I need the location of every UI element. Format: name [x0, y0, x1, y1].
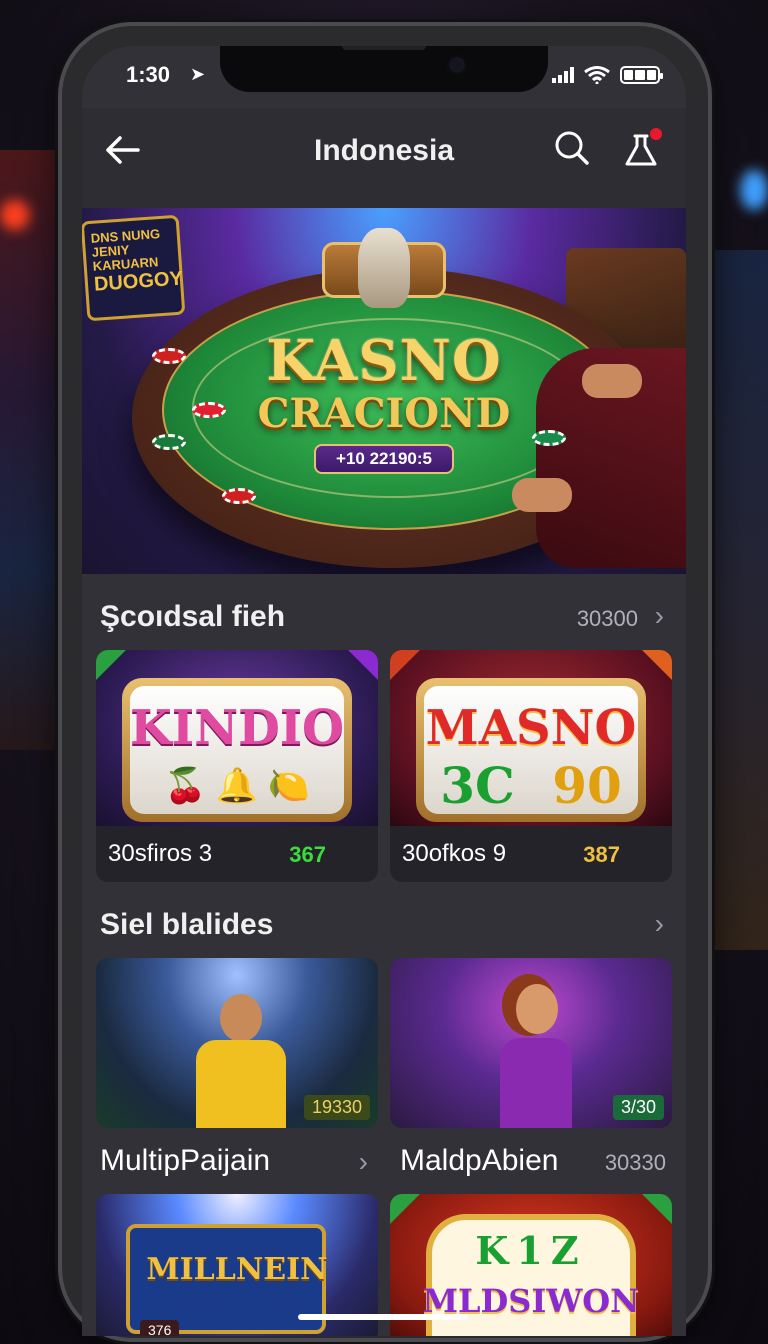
- corner-tag: [642, 1194, 672, 1224]
- slot-reel-frame: MASNO 3C 90: [416, 678, 646, 822]
- notification-badge: [650, 128, 662, 140]
- neon-sign: DNS NUNG JENIY KARUARN DUOGOY: [82, 214, 186, 322]
- game-thumbnail: MASNO 3C 90: [390, 650, 672, 826]
- section-count: 30300: [576, 606, 638, 631]
- slot-numbers: 3C 90: [424, 756, 638, 815]
- tile-value: 30330: [604, 1150, 666, 1175]
- section-title: Şcoıdsal fieh: [100, 600, 286, 633]
- dog-mascot: [358, 228, 410, 308]
- tile-badge: 3/30: [612, 1095, 664, 1120]
- tile-label-row[interactable]: MultipPaijain ›: [82, 1136, 384, 1186]
- chevron-right-icon[interactable]: ›: [655, 910, 664, 938]
- game-count: 367: [289, 842, 326, 867]
- game-name: 30ofkos 9: [402, 840, 507, 867]
- slot-reel: MASNO 3C 90: [424, 686, 638, 815]
- game-tile[interactable]: 19330: [96, 958, 378, 1128]
- page-title: Indonesia: [313, 134, 455, 167]
- location-arrow-icon: ➤: [190, 64, 206, 84]
- status-time: 1:30: [126, 62, 171, 87]
- game-count: 387: [583, 842, 620, 867]
- slot-title: MASNO: [425, 700, 637, 756]
- game-tile[interactable]: 3/30: [390, 958, 672, 1128]
- notifications-button[interactable]: [622, 126, 662, 170]
- chevron-right-icon[interactable]: ›: [655, 602, 664, 630]
- top-nav-bar: Indonesia: [82, 108, 686, 208]
- slot-symbols: 🍒 🔔 🍋: [164, 767, 310, 805]
- section-title: Siel blalides: [100, 908, 274, 941]
- corner-tag: [348, 650, 378, 680]
- game-thumbnail: KINDIO 🍒 🔔 🍋: [96, 650, 378, 826]
- search-icon[interactable]: [552, 128, 592, 168]
- status-icons: [552, 66, 663, 84]
- slot-title: KINDIO: [130, 700, 344, 756]
- phone-screen: 1:30 ➤ Indonesia DNS NUNG JENIY KARUARN …: [82, 46, 686, 1336]
- player-figure: [186, 994, 296, 1128]
- slot-reel: KINDIO 🍒 🔔 🍋: [130, 686, 344, 814]
- corner-tag: [390, 1194, 420, 1224]
- background-light: [740, 170, 768, 210]
- tile-title: MILLNEIN: [146, 1252, 328, 1287]
- section-header[interactable]: Siel blalides ›: [82, 892, 686, 952]
- tile-title-a: K1Z: [475, 1228, 587, 1273]
- poker-chip: [222, 488, 256, 504]
- wifi-icon: [584, 66, 610, 84]
- slot-reel-frame: KINDIO 🍒 🔔 🍋: [122, 678, 352, 822]
- tile-label-row[interactable]: MaldpAbien 30330: [382, 1136, 686, 1186]
- chevron-right-icon[interactable]: ›: [359, 1148, 368, 1176]
- corner-tag: [390, 650, 420, 680]
- camera-notch: [220, 46, 548, 92]
- front-camera: [446, 54, 468, 76]
- player-figure: [486, 978, 586, 1128]
- cellular-signal-icon: [552, 67, 574, 83]
- corner-tag: [96, 650, 126, 680]
- tile-label: MultipPaijain: [100, 1144, 271, 1177]
- game-card[interactable]: KINDIO 🍒 🔔 🍋 30sfiros 3 367: [96, 650, 378, 882]
- dealer-hand: [512, 478, 572, 512]
- tile-badge: 19330: [303, 1095, 370, 1120]
- section-header[interactable]: Şcoıdsal fieh 30300 ›: [82, 584, 686, 644]
- tile-label: MaldpAbien: [400, 1144, 559, 1177]
- corner-tag: [642, 650, 672, 680]
- banner-subtitle: CRACIOND: [257, 390, 511, 437]
- neon-sign-big: DUOGOY: [93, 267, 184, 296]
- home-indicator[interactable]: [298, 1314, 468, 1320]
- slot-number-b: 90: [552, 756, 622, 815]
- banner-title: KASNO: [266, 328, 502, 394]
- speaker-grill: [342, 46, 426, 50]
- hero-banner[interactable]: DNS NUNG JENIY KARUARN DUOGOY KASNO CRAC…: [82, 208, 686, 574]
- background-light: [0, 200, 30, 230]
- tile-badge: 376: [140, 1320, 180, 1336]
- game-card[interactable]: MASNO 3C 90 30ofkos 9 387: [390, 650, 672, 882]
- slot-number-a: 3C: [440, 756, 515, 815]
- battery-icon: [620, 66, 663, 84]
- game-name: 30sfiros 3: [108, 840, 213, 867]
- banner-chip-label: +10 22190:5: [314, 444, 454, 474]
